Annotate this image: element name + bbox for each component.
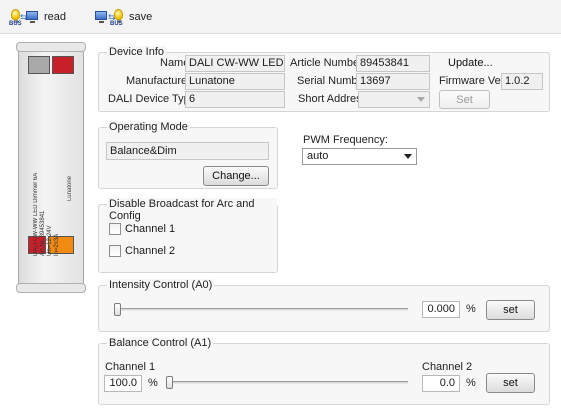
update-link[interactable]: Update... bbox=[448, 57, 493, 69]
article-number-label: Article Number bbox=[290, 57, 363, 69]
operating-mode-field[interactable]: Balance&Dim bbox=[106, 142, 269, 160]
terminal-red-top bbox=[52, 56, 74, 74]
disable-broadcast-legend: Disable Broadcast for Arc and Config bbox=[107, 198, 277, 222]
firmware-label: Firmware Ver bbox=[439, 75, 505, 87]
balance-control-group: Balance Control (A1) bbox=[98, 337, 550, 405]
intensity-value-field[interactable]: 0.000 bbox=[422, 301, 460, 318]
balance-channel-2-label: Channel 2 bbox=[422, 361, 473, 373]
balance-set-button[interactable]: set bbox=[486, 373, 535, 393]
toolbar: BUS ⇆ read ⇆ BUS save bbox=[0, 0, 561, 34]
balance-channel-1-label: Channel 1 bbox=[105, 361, 156, 373]
firmware-field[interactable]: 1.0.2 bbox=[501, 73, 543, 90]
balance-slider-thumb[interactable] bbox=[166, 376, 173, 389]
serial-number-field[interactable]: 13697 bbox=[356, 73, 430, 90]
channel-2-checkbox[interactable]: Channel 2 bbox=[109, 245, 175, 257]
disable-broadcast-group: Disable Broadcast for Arc and Config bbox=[98, 198, 278, 273]
bus-read-icon: BUS ⇆ bbox=[9, 9, 39, 27]
intensity-unit: % bbox=[466, 303, 476, 315]
pwm-frequency-label: PWM Frequency: bbox=[303, 134, 388, 146]
set-address-button[interactable]: Set bbox=[439, 90, 490, 109]
short-address-label: Short Address bbox=[298, 93, 368, 105]
checkbox-box[interactable] bbox=[109, 245, 121, 257]
device-info-legend: Device Info bbox=[107, 46, 167, 58]
balance-channel-2-field[interactable]: 0.0 bbox=[422, 375, 460, 392]
read-button[interactable]: BUS ⇆ read bbox=[9, 8, 67, 27]
save-button[interactable]: ⇆ BUS save bbox=[94, 8, 153, 27]
terminal-gray bbox=[28, 56, 50, 74]
intensity-slider-track[interactable] bbox=[114, 308, 408, 311]
channel-1-checkbox[interactable]: Channel 1 bbox=[109, 223, 175, 235]
intensity-control-legend: Intensity Control (A0) bbox=[107, 279, 215, 291]
balance-slider-track[interactable] bbox=[166, 381, 408, 384]
balance-channel-1-field[interactable]: 100.0 bbox=[104, 375, 142, 392]
manufacturer-label: Manufacturer bbox=[126, 75, 191, 87]
device-type-field[interactable]: 6 bbox=[185, 91, 285, 108]
article-number-field[interactable]: 89453841 bbox=[356, 55, 430, 72]
chevron-down-icon bbox=[417, 97, 425, 102]
device-mount-tab-bottom bbox=[16, 283, 86, 293]
short-address-select[interactable] bbox=[358, 91, 430, 108]
device-type-label: DALI Device Type bbox=[108, 93, 196, 105]
device-mount-tab-top bbox=[16, 42, 86, 52]
checkbox-box[interactable] bbox=[109, 223, 121, 235]
pwm-frequency-select[interactable]: auto bbox=[302, 148, 417, 165]
device-image: DALI CW-WW LED Dimmer 6A Art.Nr. 8945384… bbox=[16, 42, 86, 293]
balance-channel-2-unit: % bbox=[466, 377, 476, 389]
device-brand: Lunatone bbox=[67, 176, 73, 202]
change-mode-button[interactable]: Change... bbox=[203, 166, 269, 186]
chevron-down-icon bbox=[404, 154, 412, 159]
operating-mode-legend: Operating Mode bbox=[107, 121, 190, 133]
manufacturer-field[interactable]: Lunatone bbox=[185, 73, 285, 90]
balance-channel-1-unit: % bbox=[148, 377, 158, 389]
save-label: save bbox=[129, 11, 153, 23]
intensity-slider-thumb[interactable] bbox=[114, 303, 121, 316]
read-label: read bbox=[44, 11, 67, 23]
name-field[interactable]: DALI CW-WW LED D... bbox=[185, 55, 285, 72]
bus-save-icon: ⇆ BUS bbox=[94, 9, 124, 27]
balance-control-legend: Balance Control (A1) bbox=[107, 337, 214, 349]
intensity-set-button[interactable]: set bbox=[486, 300, 535, 320]
